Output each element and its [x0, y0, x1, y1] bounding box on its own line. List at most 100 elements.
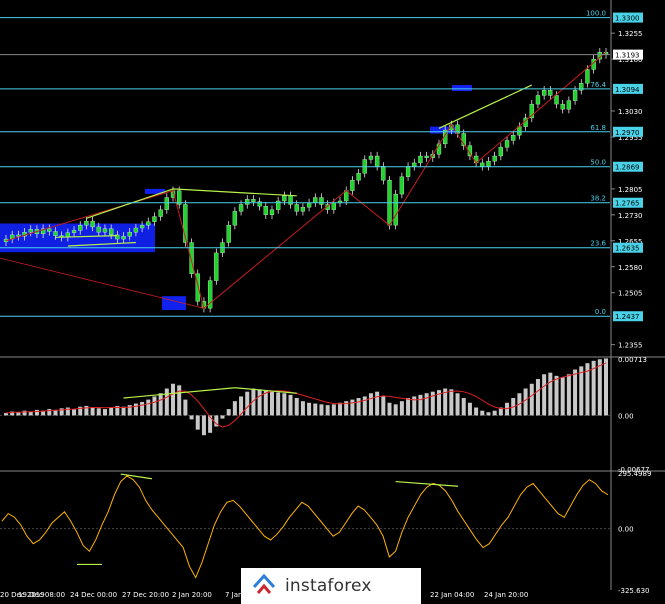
histogram-bar — [455, 393, 460, 416]
candle-body — [238, 204, 244, 212]
price-tag-label: 1.3300 — [615, 15, 640, 23]
candle-body — [313, 197, 318, 203]
y-tick-label: 295.4989 — [618, 470, 651, 478]
candle-body — [412, 162, 417, 167]
histogram-bar — [579, 366, 584, 416]
candle-body — [232, 211, 238, 226]
candle-body — [405, 166, 411, 177]
histogram-bar — [350, 399, 355, 416]
y-tick-label: 1.2805 — [618, 186, 643, 194]
histogram-bar — [47, 409, 52, 416]
histogram-bar — [418, 394, 423, 416]
candle-body — [28, 229, 33, 233]
y-tick-label: 0.00 — [618, 412, 634, 420]
histogram-bar — [195, 415, 200, 430]
candle-body — [53, 231, 58, 236]
candle-body — [319, 197, 324, 205]
candle-body — [393, 193, 398, 226]
histogram-bar — [387, 402, 392, 416]
histogram-bar — [424, 393, 429, 416]
histogram-bar — [331, 404, 336, 416]
candle-body — [424, 155, 429, 158]
fib-level-label: 38.2 — [590, 195, 606, 203]
histogram-bar — [560, 377, 565, 416]
signal-line — [5, 362, 607, 428]
histogram-bar — [535, 379, 540, 416]
histogram-bar — [171, 383, 176, 416]
candle-body — [560, 103, 565, 110]
candle-body — [306, 202, 312, 208]
histogram-bar — [201, 415, 206, 436]
price-tag-label: 1.3193 — [615, 52, 640, 60]
candle-body — [282, 195, 287, 202]
trading-chart: 1.32551.31801.30301.29551.28051.27301.26… — [0, 0, 665, 599]
histogram-bar — [226, 409, 231, 416]
divergence-line — [172, 188, 297, 197]
y-tick-label: 1.2355 — [618, 342, 643, 350]
candle-body — [84, 220, 89, 226]
candle-body — [214, 252, 219, 281]
supply-zone — [452, 85, 472, 92]
histogram-bar — [313, 403, 318, 416]
candle-body — [226, 225, 231, 243]
candle-body — [566, 100, 572, 110]
y-tick-label: 0.00713 — [618, 356, 647, 364]
instaforex-logo-icon — [252, 573, 276, 594]
candle-body — [572, 90, 578, 101]
fib-level-label: 61.8 — [590, 124, 606, 132]
histogram-bar — [307, 402, 312, 416]
candle-body — [585, 69, 590, 84]
histogram-bar — [480, 410, 485, 416]
histogram-bar — [189, 415, 194, 420]
candle-body — [16, 234, 21, 237]
candle-body — [498, 147, 503, 157]
divergence-line — [395, 480, 459, 487]
candle-body — [486, 161, 491, 167]
candle-body — [350, 180, 355, 191]
histogram-bar — [232, 401, 237, 416]
histogram-bar — [393, 404, 398, 416]
histogram-bar — [325, 405, 330, 416]
histogram-bar — [158, 393, 163, 416]
candle-body — [548, 90, 553, 96]
histogram-bar — [34, 409, 39, 416]
candle-body — [535, 95, 541, 105]
histogram-bar — [449, 389, 454, 416]
candle-body — [109, 228, 114, 236]
price-tag-label: 1.2765 — [615, 200, 640, 208]
histogram-bar — [492, 410, 497, 416]
candle-body — [541, 90, 547, 96]
histogram-bar — [90, 407, 95, 416]
y-tick-label: -325.630 — [618, 587, 649, 595]
candle-body — [90, 220, 95, 228]
histogram-bar — [102, 409, 107, 416]
x-tick-label: 7 Jan — [225, 591, 242, 599]
histogram-bar — [523, 388, 528, 416]
x-tick-label: 27 Dec 20:00 — [122, 591, 169, 599]
candle-body — [139, 225, 145, 229]
divergence-line — [438, 84, 533, 129]
histogram-bar — [276, 392, 281, 416]
x-tick-label: 22 Jan 04:00 — [430, 591, 474, 599]
candle-body — [158, 209, 163, 217]
y-tick-label: 1.2730 — [618, 212, 643, 220]
candle-body — [511, 135, 516, 141]
histogram-bar — [133, 403, 138, 416]
x-tick-label: 2 Jan 20:00 — [172, 591, 212, 599]
histogram-bar — [604, 358, 608, 416]
candle-body — [102, 228, 108, 233]
candle-body — [164, 197, 169, 210]
histogram-bar — [529, 383, 534, 416]
candle-body — [492, 155, 497, 162]
candle-body — [504, 140, 510, 148]
histogram-bar — [177, 385, 182, 416]
histogram-bar — [381, 396, 386, 416]
candle-body — [96, 226, 101, 233]
candle-body — [399, 176, 405, 195]
histogram-bar — [4, 413, 8, 416]
histogram-bar — [338, 402, 343, 416]
histogram-bar — [109, 407, 114, 416]
candle-body — [374, 155, 380, 167]
zigzag-line — [5, 51, 607, 310]
candle-body — [368, 155, 374, 160]
